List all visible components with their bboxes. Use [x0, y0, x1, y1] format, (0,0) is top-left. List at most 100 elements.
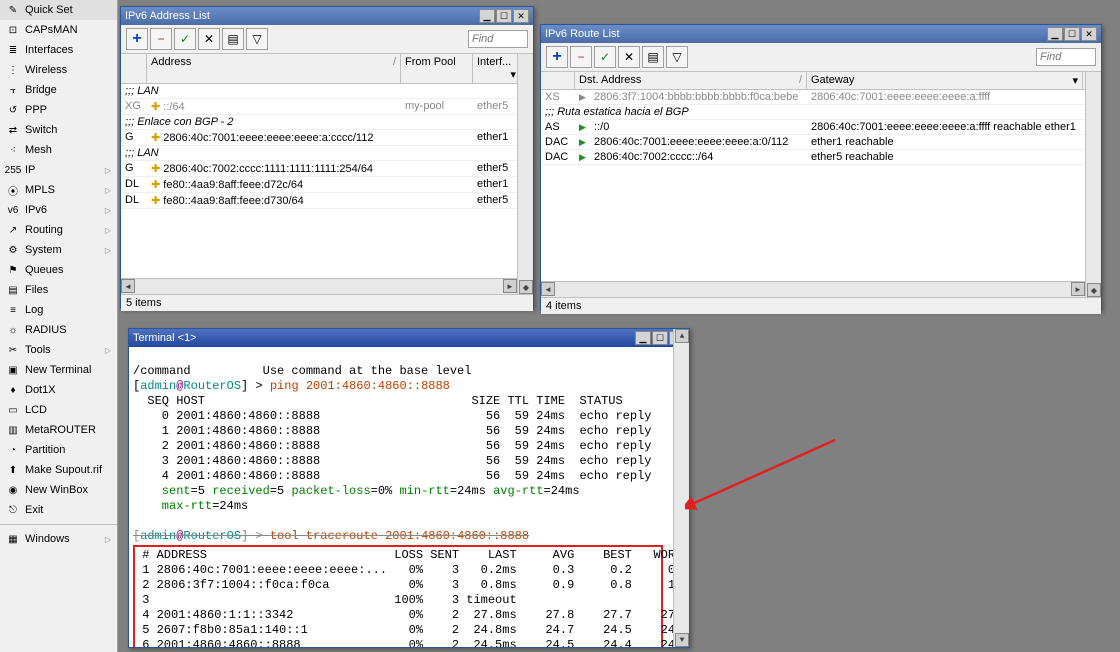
cell-pool — [401, 130, 473, 145]
table-row[interactable]: DL✚ fe80::4aa9:8aff:feee:d730/64ether5 — [121, 193, 533, 209]
sidebar-item-tools[interactable]: ✂Tools▷ — [0, 340, 117, 360]
col-address[interactable]: Address/ — [147, 54, 401, 83]
cell-dst: ▶ ::/0 — [575, 120, 807, 134]
table-row[interactable]: DL✚ fe80::4aa9:8aff:feee:d72c/64ether1 — [121, 177, 533, 193]
minimize-icon[interactable]: ▁ — [479, 9, 495, 23]
mesh-icon: ⁖ — [6, 143, 20, 157]
submenu-arrow-icon: ▷ — [105, 186, 111, 195]
scroll-left-icon[interactable]: ◄ — [541, 282, 555, 296]
cell-pool — [401, 177, 473, 192]
sidebar-item-log[interactable]: ≡ Log — [0, 300, 117, 320]
scroll-right-icon[interactable]: ► — [1071, 282, 1085, 296]
sidebar-item-label: Make Supout.rif — [25, 464, 102, 476]
sidebar-item-routing[interactable]: ↗Routing▷ — [0, 220, 117, 240]
route-icon: ▶ — [579, 137, 591, 148]
scroll-down-icon[interactable]: ▼ — [675, 633, 689, 647]
col-flag[interactable] — [541, 72, 575, 89]
disable-button[interactable]: ✕ — [198, 28, 220, 50]
enable-button[interactable]: ✓ — [594, 46, 616, 68]
sidebar-item-capsman[interactable]: ⊡CAPsMAN — [0, 20, 117, 40]
ppp-icon: ↺ — [6, 103, 20, 117]
route-grid[interactable]: Dst. Address/ Gateway▾ XS▶ 2806:3f7:1004… — [541, 72, 1101, 297]
sidebar-item-quick-set[interactable]: ✎Quick Set — [0, 0, 117, 20]
col-flag[interactable] — [121, 54, 147, 83]
sidebar-item-label: Log — [25, 304, 43, 316]
remove-button[interactable]: − — [570, 46, 592, 68]
sidebar: ✎Quick Set⊡CAPsMAN≣Interfaces⋮Wireless⫟B… — [0, 0, 118, 652]
cell-dst: ▶ 2806:40c:7001:eeee:eeee:eeee:a:0/112 — [575, 135, 807, 149]
disable-button[interactable]: ✕ — [618, 46, 640, 68]
toolbar: + − ✓ ✕ ▤ ▽ — [121, 25, 533, 54]
sidebar-item-system[interactable]: ⚙System▷ — [0, 240, 117, 260]
col-pool[interactable]: From Pool — [401, 54, 473, 83]
remove-button[interactable]: − — [150, 28, 172, 50]
exit-icon: ⎋ — [6, 503, 20, 517]
filter-button[interactable]: ▽ — [246, 28, 268, 50]
terminal-body[interactable]: /command Use command at the base level [… — [129, 347, 689, 647]
sidebar-item-label: System — [25, 244, 62, 256]
terminal-window: Terminal <1> ▁ ☐ ✕ /command Use command … — [128, 328, 690, 648]
table-row[interactable]: G✚ 2806:40c:7002:cccc:1111:1111:1111:254… — [121, 161, 533, 177]
sidebar-item-mesh[interactable]: ⁖Mesh — [0, 140, 117, 160]
sidebar-item-windows[interactable]: ▦Windows▷ — [0, 529, 117, 549]
sidebar-item-ipv6[interactable]: v6IPv6▷ — [0, 200, 117, 220]
sidebar-item-new-terminal[interactable]: ▣New Terminal — [0, 360, 117, 380]
maximize-icon[interactable]: ☐ — [1064, 27, 1080, 41]
sidebar-item-ip[interactable]: 255IP▷ — [0, 160, 117, 180]
find-input[interactable] — [1036, 48, 1096, 66]
close-icon[interactable]: ✕ — [1081, 27, 1097, 41]
sidebar-item-wireless[interactable]: ⋮Wireless — [0, 60, 117, 80]
sidebar-item-metarouter[interactable]: ▥MetaROUTER — [0, 420, 117, 440]
submenu-arrow-icon: ▷ — [105, 166, 111, 175]
table-row[interactable]: XG✚ ::/64my-poolether5 — [121, 99, 533, 115]
add-button[interactable]: + — [546, 46, 568, 68]
sidebar-item-queues[interactable]: ⚑Queues — [0, 260, 117, 280]
col-iface[interactable]: Interf...▾ — [473, 54, 521, 83]
sidebar-item-exit[interactable]: ⎋Exit — [0, 500, 117, 520]
minimize-icon[interactable]: ▁ — [635, 331, 651, 345]
sidebar-item-switch[interactable]: ⇄Switch — [0, 120, 117, 140]
maximize-icon[interactable]: ☐ — [652, 331, 668, 345]
wireless-icon: ⋮ — [6, 63, 20, 77]
cell-iface: ether5 — [473, 99, 521, 114]
sidebar-item-label: Files — [25, 284, 48, 296]
sidebar-item-interfaces[interactable]: ≣Interfaces — [0, 40, 117, 60]
sidebar-item-make-supout.rif[interactable]: ⬆Make Supout.rif — [0, 460, 117, 480]
enable-button[interactable]: ✓ — [174, 28, 196, 50]
statusbar: 5 items — [121, 294, 533, 311]
sidebar-item-radius[interactable]: ☼RADIUS — [0, 320, 117, 340]
close-icon[interactable]: ✕ — [513, 9, 529, 23]
scroll-left-icon[interactable]: ◄ — [121, 279, 135, 293]
window-title: IPv6 Address List — [125, 10, 210, 22]
table-row[interactable]: DAC▶ 2806:40c:7002:cccc::/64ether5 reach… — [541, 150, 1101, 165]
sidebar-item-label: Windows — [25, 533, 70, 545]
sidebar-item-new-winbox[interactable]: ◉New WinBox — [0, 480, 117, 500]
add-button[interactable]: + — [126, 28, 148, 50]
sidebar-item-bridge[interactable]: ⫟Bridge — [0, 80, 117, 100]
cell-iface: ether5 — [473, 193, 521, 208]
sidebar-item-partition[interactable]: ◔Partition — [0, 440, 117, 460]
table-row[interactable]: DAC▶ 2806:40c:7001:eeee:eeee:eeee:a:0/11… — [541, 135, 1101, 150]
sidebar-item-lcd[interactable]: ▭LCD — [0, 400, 117, 420]
filter-button[interactable]: ▽ — [666, 46, 688, 68]
minimize-icon[interactable]: ▁ — [1047, 27, 1063, 41]
comment-button[interactable]: ▤ — [642, 46, 664, 68]
table-row[interactable]: G✚ 2806:40c:7001:eeee:eeee:eeee:a:cccc/1… — [121, 130, 533, 146]
col-gw[interactable]: Gateway▾ — [807, 72, 1083, 89]
address-grid[interactable]: Address/ From Pool Interf...▾ ;;; LANXG✚… — [121, 54, 533, 294]
sidebar-item-files[interactable]: ▤Files — [0, 280, 117, 300]
scroll-corner: ◆ — [1087, 283, 1101, 297]
sidebar-item-mpls[interactable]: ⦿MPLS▷ — [0, 180, 117, 200]
table-row[interactable]: XS▶ 2806:3f7:1004:bbbb:bbbb:bbbb:f0ca:be… — [541, 90, 1101, 105]
find-input[interactable] — [468, 30, 528, 48]
col-dst[interactable]: Dst. Address/ — [575, 72, 807, 89]
comment-button[interactable]: ▤ — [222, 28, 244, 50]
cell-pool — [401, 161, 473, 176]
maximize-icon[interactable]: ☐ — [496, 9, 512, 23]
sidebar-item-ppp[interactable]: ↺PPP — [0, 100, 117, 120]
scroll-right-icon[interactable]: ► — [503, 279, 517, 293]
log-icon: ≡ — [6, 303, 20, 317]
table-row[interactable]: AS▶ ::/02806:40c:7001:eeee:eeee:eeee:a:f… — [541, 120, 1101, 135]
cell-address: ✚ ::/64 — [147, 99, 401, 114]
sidebar-item-dot1x[interactable]: ♦Dot1X — [0, 380, 117, 400]
